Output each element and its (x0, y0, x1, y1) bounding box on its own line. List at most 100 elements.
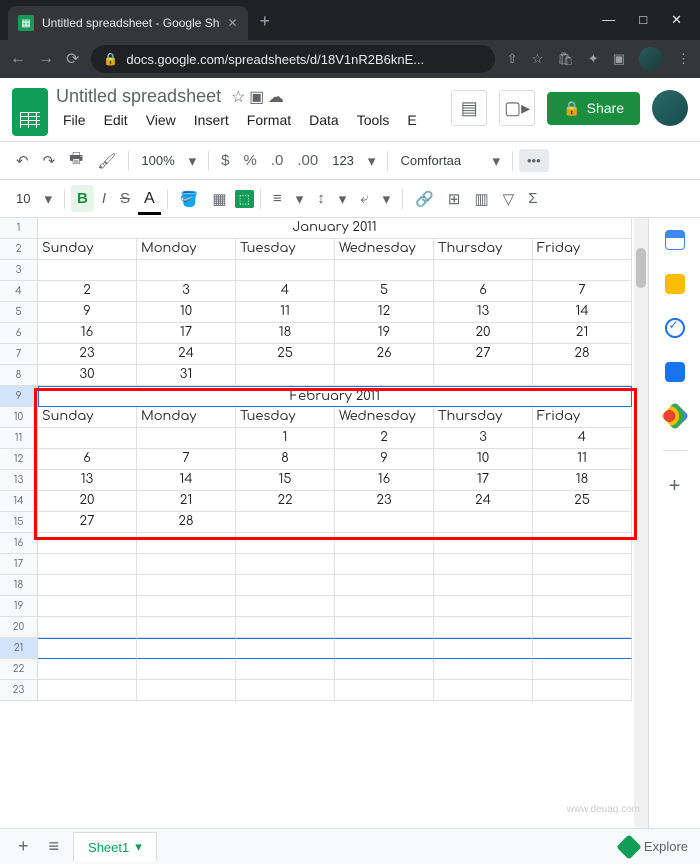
cell[interactable] (533, 617, 632, 638)
cell[interactable] (137, 596, 236, 617)
cell[interactable] (38, 617, 137, 638)
cell[interactable]: Monday (137, 407, 236, 428)
cell[interactable] (236, 638, 335, 659)
cell[interactable]: Friday (533, 239, 632, 260)
cell[interactable] (434, 575, 533, 596)
row-header[interactable]: 5 (0, 302, 38, 323)
minimize-icon[interactable]: — (602, 12, 615, 28)
menu-tools[interactable]: Tools (350, 109, 397, 131)
cell[interactable]: 20 (38, 491, 137, 512)
row-header[interactable]: 1 (0, 218, 38, 239)
cell[interactable] (533, 680, 632, 701)
cell[interactable]: Sunday (38, 239, 137, 260)
reload-icon[interactable]: ⟳ (66, 49, 79, 69)
cell[interactable] (137, 659, 236, 680)
new-tab-button[interactable]: + (260, 11, 271, 32)
align-vertical-icon[interactable]: ↕ (311, 185, 331, 212)
cell[interactable]: 26 (335, 344, 434, 365)
decrease-decimal-icon[interactable]: .0 (265, 147, 290, 174)
cell[interactable] (236, 596, 335, 617)
close-tab-icon[interactable]: ✕ (227, 16, 237, 30)
row-header[interactable]: 7 (0, 344, 38, 365)
bookmark-icon[interactable]: ☆ (532, 51, 544, 67)
cell[interactable]: 27 (434, 344, 533, 365)
back-icon[interactable]: ← (10, 50, 26, 68)
menu-icon[interactable]: ⋮ (677, 51, 690, 67)
add-sheet-icon[interactable]: + (12, 830, 35, 863)
cell[interactable]: 5 (335, 281, 434, 302)
row-header[interactable]: 4 (0, 281, 38, 302)
comment-icon[interactable]: ⊞ (442, 185, 467, 213)
row-header[interactable]: 14 (0, 491, 38, 512)
cell[interactable] (335, 575, 434, 596)
cell[interactable]: 23 (38, 344, 137, 365)
cell[interactable] (137, 428, 236, 449)
menu-insert[interactable]: Insert (187, 109, 236, 131)
cell[interactable] (38, 638, 137, 659)
borders-icon[interactable]: ▦ (206, 185, 232, 213)
cell[interactable]: 31 (137, 365, 236, 386)
chevron-down-icon[interactable]: ▾ (183, 147, 203, 175)
cell[interactable]: 16 (38, 323, 137, 344)
percent-icon[interactable]: % (238, 147, 263, 174)
cell[interactable]: 3 (434, 428, 533, 449)
row-header[interactable]: 8 (0, 365, 38, 386)
cell[interactable]: Tuesday (236, 239, 335, 260)
menu-extensions[interactable]: E (400, 109, 423, 131)
share-button[interactable]: 🔒 Share (547, 92, 640, 125)
menu-view[interactable]: View (139, 109, 183, 131)
fill-color-icon[interactable]: 🪣 (174, 185, 205, 213)
cell[interactable]: 9 (38, 302, 137, 323)
redo-icon[interactable]: ↷ (37, 147, 62, 175)
cell[interactable] (533, 554, 632, 575)
cell[interactable]: 28 (137, 512, 236, 533)
cell[interactable]: 25 (236, 344, 335, 365)
row-header[interactable]: 13 (0, 470, 38, 491)
link-icon[interactable]: 🔗 (409, 185, 440, 213)
menu-data[interactable]: Data (302, 109, 346, 131)
strikethrough-button[interactable]: S (114, 185, 136, 212)
cell[interactable]: 10 (137, 302, 236, 323)
cell[interactable] (38, 533, 137, 554)
cell[interactable]: 12 (335, 302, 434, 323)
cell[interactable] (137, 575, 236, 596)
present-icon[interactable]: ▢▸ (499, 90, 535, 126)
cell[interactable] (533, 365, 632, 386)
cell[interactable] (38, 659, 137, 680)
cell[interactable]: 16 (335, 470, 434, 491)
move-icon[interactable]: ▣ (249, 89, 264, 106)
cell[interactable] (335, 260, 434, 281)
contacts-icon[interactable] (665, 362, 685, 382)
cell[interactable]: 11 (533, 449, 632, 470)
row-header[interactable]: 11 (0, 428, 38, 449)
explore-button[interactable]: Explore (620, 838, 688, 856)
cell[interactable] (236, 554, 335, 575)
cell[interactable]: 2 (335, 428, 434, 449)
row-header[interactable]: 10 (0, 407, 38, 428)
font-select[interactable]: Comfortaa (394, 149, 484, 172)
chevron-down-icon[interactable]: ▾ (38, 185, 58, 213)
row-header[interactable]: 12 (0, 449, 38, 470)
forward-icon[interactable]: → (38, 50, 54, 68)
cell[interactable] (434, 260, 533, 281)
cell[interactable] (236, 680, 335, 701)
cell[interactable]: 13 (434, 302, 533, 323)
functions-icon[interactable]: Σ (522, 185, 543, 212)
cell[interactable]: 24 (137, 344, 236, 365)
cell[interactable]: 3 (137, 281, 236, 302)
cell[interactable]: 28 (533, 344, 632, 365)
cell[interactable]: 14 (137, 470, 236, 491)
cell[interactable]: 6 (38, 449, 137, 470)
browser-tab[interactable]: ▦ Untitled spreadsheet - Google Sh ✕ (8, 6, 248, 40)
row-header[interactable]: 6 (0, 323, 38, 344)
row-header[interactable]: 19 (0, 596, 38, 617)
share-page-icon[interactable]: ⇧ (507, 51, 518, 67)
cell[interactable]: 11 (236, 302, 335, 323)
align-horizontal-icon[interactable]: ≡ (267, 185, 288, 212)
row-header[interactable]: 22 (0, 659, 38, 680)
all-sheets-icon[interactable]: ≡ (43, 830, 66, 863)
cell[interactable] (236, 617, 335, 638)
cell[interactable]: 14 (533, 302, 632, 323)
menu-format[interactable]: Format (240, 109, 298, 131)
cell[interactable] (38, 260, 137, 281)
